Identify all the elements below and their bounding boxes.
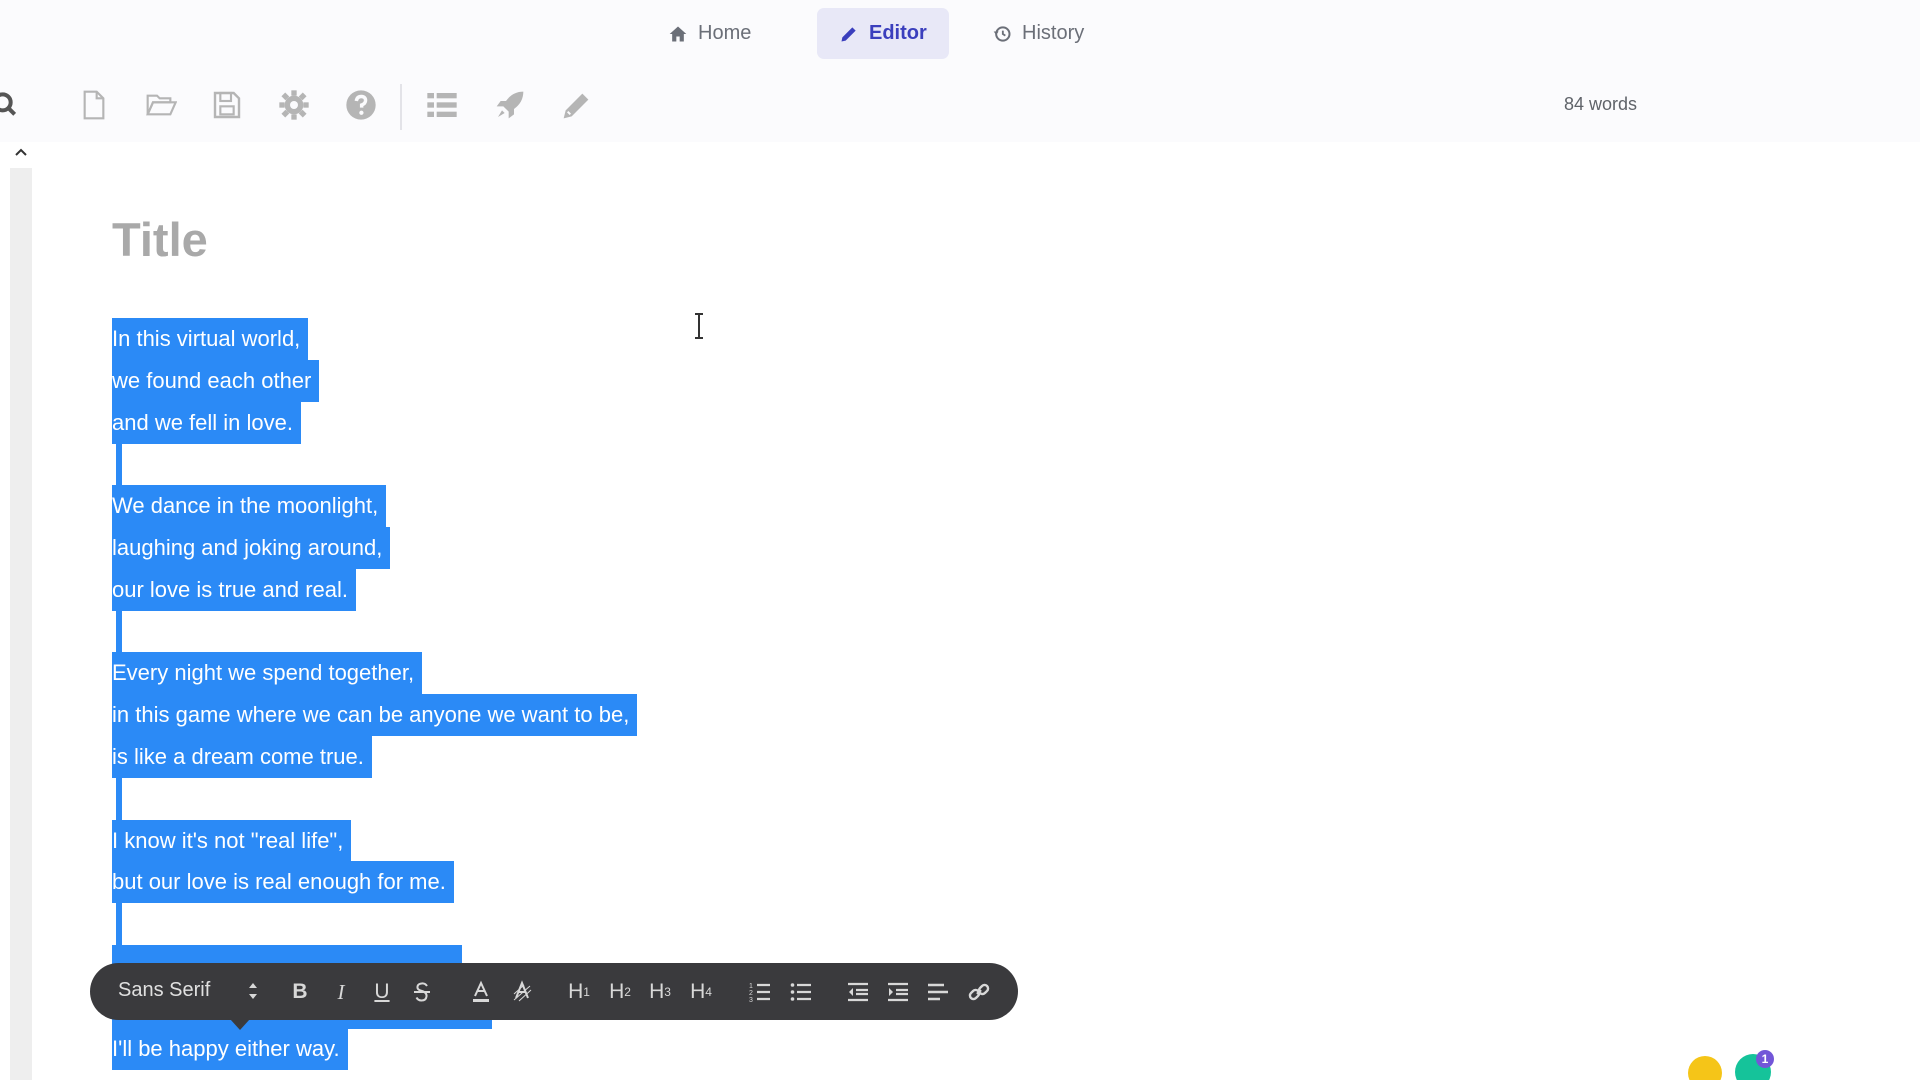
history-icon — [993, 25, 1011, 42]
text-line[interactable]: but our love is real enough for me. — [112, 861, 454, 903]
strikethrough-icon — [414, 982, 430, 1002]
text-line[interactable]: laughing and joking around, — [112, 527, 391, 569]
underline-icon: U — [374, 980, 390, 1003]
nav-editor[interactable]: Editor — [817, 8, 949, 59]
bullet-list-icon — [790, 983, 811, 1001]
nav-history-label: History — [1022, 22, 1085, 44]
list-icon — [427, 93, 457, 117]
ordered-list-icon: 123 — [749, 983, 770, 1004]
underline-button[interactable]: U — [366, 976, 398, 1008]
svg-text:2: 2 — [749, 990, 753, 997]
heading-3-button[interactable]: H3 — [644, 976, 676, 1008]
svg-text:1: 1 — [749, 983, 753, 990]
nav-editor-label: Editor — [869, 22, 927, 44]
bold-icon: B — [292, 980, 308, 1003]
font-color-button[interactable] — [465, 976, 497, 1008]
text-line[interactable]: I'll be happy either way. — [112, 1028, 348, 1070]
search-icon — [0, 92, 17, 116]
strikethrough-button[interactable] — [406, 976, 438, 1008]
heading-1-button[interactable]: H1 — [563, 976, 595, 1008]
nav-home[interactable]: Home — [646, 8, 773, 59]
left-rail — [0, 142, 32, 1080]
empty-line[interactable] — [116, 778, 122, 820]
svg-text:3: 3 — [749, 997, 753, 1004]
text-line[interactable]: in this game where we can be anyone we w… — [112, 694, 638, 736]
top-nav: Home Editor History — [0, 0, 1920, 68]
chevron-up-icon — [15, 148, 27, 156]
gear-icon — [279, 90, 309, 120]
empty-line[interactable] — [116, 444, 122, 486]
bold-button[interactable]: B — [284, 976, 316, 1008]
rocket-icon — [496, 91, 524, 119]
publish-button[interactable] — [490, 85, 530, 125]
settings-button[interactable] — [274, 85, 314, 125]
format-toolbar: Sans Serif B I U H1 H2 H3 H4 123 — [90, 963, 1018, 1030]
outdent-button[interactable] — [842, 976, 874, 1008]
home-icon — [669, 26, 687, 41]
document-title[interactable]: Title — [112, 212, 208, 267]
scroll-up-button[interactable] — [12, 142, 30, 162]
link-button[interactable] — [963, 976, 995, 1008]
font-color-icon — [473, 980, 489, 1002]
pencil-icon — [841, 26, 856, 41]
text-line[interactable]: is like a dream come true. — [112, 736, 372, 778]
text-line[interactable]: We dance in the moonlight, — [112, 485, 387, 527]
text-line[interactable]: In this virtual world, — [112, 318, 309, 360]
save-icon — [213, 91, 241, 119]
link-icon — [968, 983, 990, 1001]
pencil-icon — [563, 93, 589, 119]
ordered-list-button[interactable]: 123 — [744, 976, 776, 1008]
empty-line[interactable] — [116, 611, 122, 653]
text-line[interactable]: we found each other — [112, 360, 320, 402]
font-select[interactable]: Sans Serif — [118, 979, 210, 1002]
italic-icon: I — [337, 979, 345, 1004]
text-line[interactable]: Every night we spend together, — [112, 652, 423, 694]
toolbar-divider — [400, 84, 402, 130]
heading-2-button[interactable]: H2 — [604, 976, 636, 1008]
notification-badge: 1 — [1756, 1050, 1774, 1068]
highlight-button[interactable] — [506, 976, 538, 1008]
new-file-button[interactable] — [74, 85, 114, 125]
open-folder-button[interactable] — [141, 85, 181, 125]
text-cursor-icon — [695, 313, 703, 339]
help-button[interactable] — [341, 85, 381, 125]
text-line[interactable]: and we fell in love. — [112, 402, 301, 444]
text-line[interactable]: our love is true and real. — [112, 569, 357, 611]
editor-area[interactable] — [32, 142, 1920, 1080]
folder-open-icon — [146, 94, 177, 116]
edit-button[interactable] — [557, 85, 597, 125]
word-count: 84 words — [1564, 94, 1638, 114]
scrollbar-track[interactable] — [10, 168, 32, 1080]
outline-button[interactable] — [422, 85, 462, 125]
bullet-list-button[interactable] — [785, 976, 817, 1008]
align-button[interactable] — [922, 976, 954, 1008]
editor-toolbar: 84 words — [0, 68, 1920, 142]
italic-button[interactable]: I — [325, 976, 357, 1008]
file-icon — [83, 90, 105, 120]
app-root: Home Editor History 84 words Title In th… — [0, 0, 1920, 1080]
help-icon — [346, 90, 376, 120]
indent-button[interactable] — [882, 976, 914, 1008]
nav-home-label: Home — [698, 22, 752, 44]
search-button[interactable] — [0, 85, 28, 125]
save-button[interactable] — [207, 85, 247, 125]
indent-icon — [888, 982, 908, 1002]
nav-history[interactable]: History — [970, 8, 1106, 59]
highlight-icon — [513, 980, 532, 1002]
select-arrows-icon[interactable] — [246, 979, 260, 1003]
text-line[interactable]: I know it's not "real life", — [112, 820, 352, 862]
empty-line[interactable] — [116, 903, 122, 945]
heading-4-button[interactable]: H4 — [685, 976, 717, 1008]
outdent-icon — [848, 982, 868, 1002]
align-left-icon — [928, 983, 948, 1001]
